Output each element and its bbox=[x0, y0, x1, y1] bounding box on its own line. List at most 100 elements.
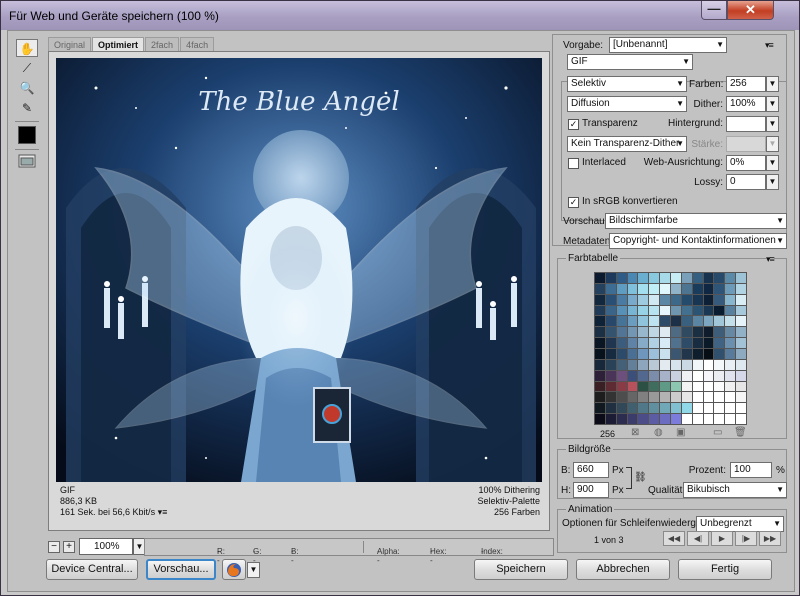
color-swatch[interactable] bbox=[681, 294, 692, 305]
color-swatch[interactable] bbox=[736, 305, 746, 316]
color-swatch[interactable] bbox=[595, 273, 605, 283]
color-swatch[interactable] bbox=[616, 327, 627, 338]
color-swatch[interactable] bbox=[703, 273, 714, 283]
color-swatch[interactable] bbox=[681, 403, 692, 414]
transparency-dither-dropdown[interactable]: Kein Transparenz-Dither ▼ bbox=[567, 136, 687, 152]
quality-dropdown[interactable]: Bikubisch ▼ bbox=[683, 482, 787, 498]
color-swatch[interactable] bbox=[725, 370, 736, 381]
color-swatch[interactable] bbox=[605, 294, 616, 305]
color-swatch[interactable] bbox=[616, 283, 627, 294]
color-swatch[interactable] bbox=[627, 348, 638, 359]
lossy-field[interactable]: 0 bbox=[726, 174, 766, 190]
color-swatch[interactable] bbox=[616, 338, 627, 348]
color-swatch[interactable] bbox=[736, 338, 746, 348]
zoom-level-field[interactable]: 100% bbox=[79, 538, 133, 555]
color-swatch[interactable] bbox=[627, 338, 638, 348]
lock-color-icon[interactable]: ▣ bbox=[676, 427, 685, 438]
color-swatch[interactable] bbox=[649, 316, 660, 327]
color-swatch[interactable] bbox=[638, 392, 649, 403]
color-swatch[interactable] bbox=[703, 414, 714, 424]
convert-srgb-checkbox[interactable]: ✓ bbox=[568, 197, 579, 208]
color-swatch[interactable] bbox=[670, 348, 681, 359]
metadata-dropdown[interactable]: Copyright- und Kontaktinformationen ▼ bbox=[609, 233, 787, 249]
color-swatch[interactable] bbox=[638, 273, 649, 283]
minimize-button[interactable]: — bbox=[701, 1, 727, 20]
last-frame-button[interactable]: ▶▶ bbox=[759, 531, 781, 546]
color-swatch[interactable] bbox=[605, 338, 616, 348]
color-swatch[interactable] bbox=[692, 370, 703, 381]
color-swatch[interactable] bbox=[714, 359, 725, 370]
color-swatch[interactable] bbox=[714, 294, 725, 305]
color-swatch[interactable] bbox=[692, 327, 703, 338]
color-swatch[interactable] bbox=[725, 381, 736, 392]
color-swatch[interactable] bbox=[725, 403, 736, 414]
color-swatch[interactable] bbox=[670, 305, 681, 316]
color-swatch[interactable] bbox=[670, 359, 681, 370]
color-swatch[interactable] bbox=[725, 305, 736, 316]
color-swatch[interactable] bbox=[649, 403, 660, 414]
color-swatch[interactable] bbox=[605, 403, 616, 414]
loop-options-dropdown[interactable]: Unbegrenzt ▼ bbox=[696, 516, 784, 532]
tab-original[interactable]: Original bbox=[48, 37, 92, 51]
color-swatch[interactable] bbox=[714, 348, 725, 359]
color-swatch[interactable] bbox=[670, 273, 681, 283]
color-swatch[interactable] bbox=[703, 294, 714, 305]
first-frame-button[interactable]: ◀◀ bbox=[663, 531, 685, 546]
color-table-menu-icon[interactable]: ▾≡ bbox=[766, 254, 775, 265]
color-swatch[interactable] bbox=[714, 381, 725, 392]
color-swatch[interactable] bbox=[692, 283, 703, 294]
color-swatch[interactable] bbox=[660, 294, 670, 305]
matte-arrow[interactable]: ▼ bbox=[766, 116, 779, 132]
color-swatch[interactable] bbox=[638, 348, 649, 359]
color-swatch[interactable] bbox=[627, 273, 638, 283]
hand-tool-icon[interactable]: ✋ bbox=[16, 39, 38, 57]
color-swatch[interactable] bbox=[692, 392, 703, 403]
color-swatch[interactable] bbox=[681, 414, 692, 424]
color-swatch[interactable] bbox=[605, 392, 616, 403]
color-swatch[interactable] bbox=[605, 414, 616, 424]
color-swatch[interactable] bbox=[616, 294, 627, 305]
color-swatch[interactable] bbox=[605, 316, 616, 327]
color-swatch[interactable] bbox=[605, 305, 616, 316]
colors-arrow[interactable]: ▼ bbox=[766, 76, 779, 92]
color-swatch[interactable] bbox=[616, 348, 627, 359]
optimize-menu-icon[interactable]: ▾≡ bbox=[765, 40, 774, 51]
color-swatch[interactable] bbox=[670, 370, 681, 381]
preview-color-dropdown[interactable]: Bildschirmfarbe ▼ bbox=[605, 213, 787, 229]
color-swatch[interactable] bbox=[703, 359, 714, 370]
color-swatch[interactable] bbox=[660, 338, 670, 348]
color-swatch[interactable] bbox=[681, 327, 692, 338]
color-swatch[interactable] bbox=[627, 305, 638, 316]
trash-icon[interactable]: 🗑 bbox=[734, 427, 747, 438]
color-swatch[interactable] bbox=[660, 381, 670, 392]
color-swatch[interactable] bbox=[703, 327, 714, 338]
color-swatch[interactable] bbox=[649, 392, 660, 403]
color-swatch[interactable] bbox=[660, 414, 670, 424]
slice-select-tool-icon[interactable]: ⟋ bbox=[16, 59, 38, 77]
color-swatch[interactable] bbox=[660, 403, 670, 414]
color-swatch[interactable] bbox=[595, 348, 605, 359]
format-dropdown[interactable]: GIF ▼ bbox=[567, 54, 693, 70]
color-swatch[interactable] bbox=[649, 348, 660, 359]
color-swatch[interactable] bbox=[681, 338, 692, 348]
color-swatch[interactable] bbox=[660, 305, 670, 316]
web-shift-icon[interactable]: ◍ bbox=[654, 427, 663, 438]
color-swatch[interactable] bbox=[736, 403, 746, 414]
color-swatch[interactable] bbox=[595, 370, 605, 381]
color-swatch[interactable] bbox=[627, 381, 638, 392]
play-button[interactable]: ▶ bbox=[711, 531, 733, 546]
browser-select-arrow[interactable]: ▼ bbox=[247, 562, 260, 578]
color-swatch[interactable] bbox=[670, 403, 681, 414]
color-swatch[interactable] bbox=[595, 327, 605, 338]
color-swatch[interactable] bbox=[736, 327, 746, 338]
color-swatch[interactable] bbox=[670, 316, 681, 327]
color-swatch[interactable] bbox=[660, 283, 670, 294]
dither-field[interactable]: 100% bbox=[726, 96, 766, 112]
width-field[interactable]: 660 bbox=[573, 462, 609, 478]
constrain-link-icon[interactable]: ⛓ bbox=[634, 472, 647, 483]
color-swatch[interactable] bbox=[595, 414, 605, 424]
color-swatch[interactable] bbox=[627, 403, 638, 414]
color-swatch[interactable] bbox=[595, 338, 605, 348]
color-swatch[interactable] bbox=[692, 305, 703, 316]
color-swatch[interactable] bbox=[714, 305, 725, 316]
